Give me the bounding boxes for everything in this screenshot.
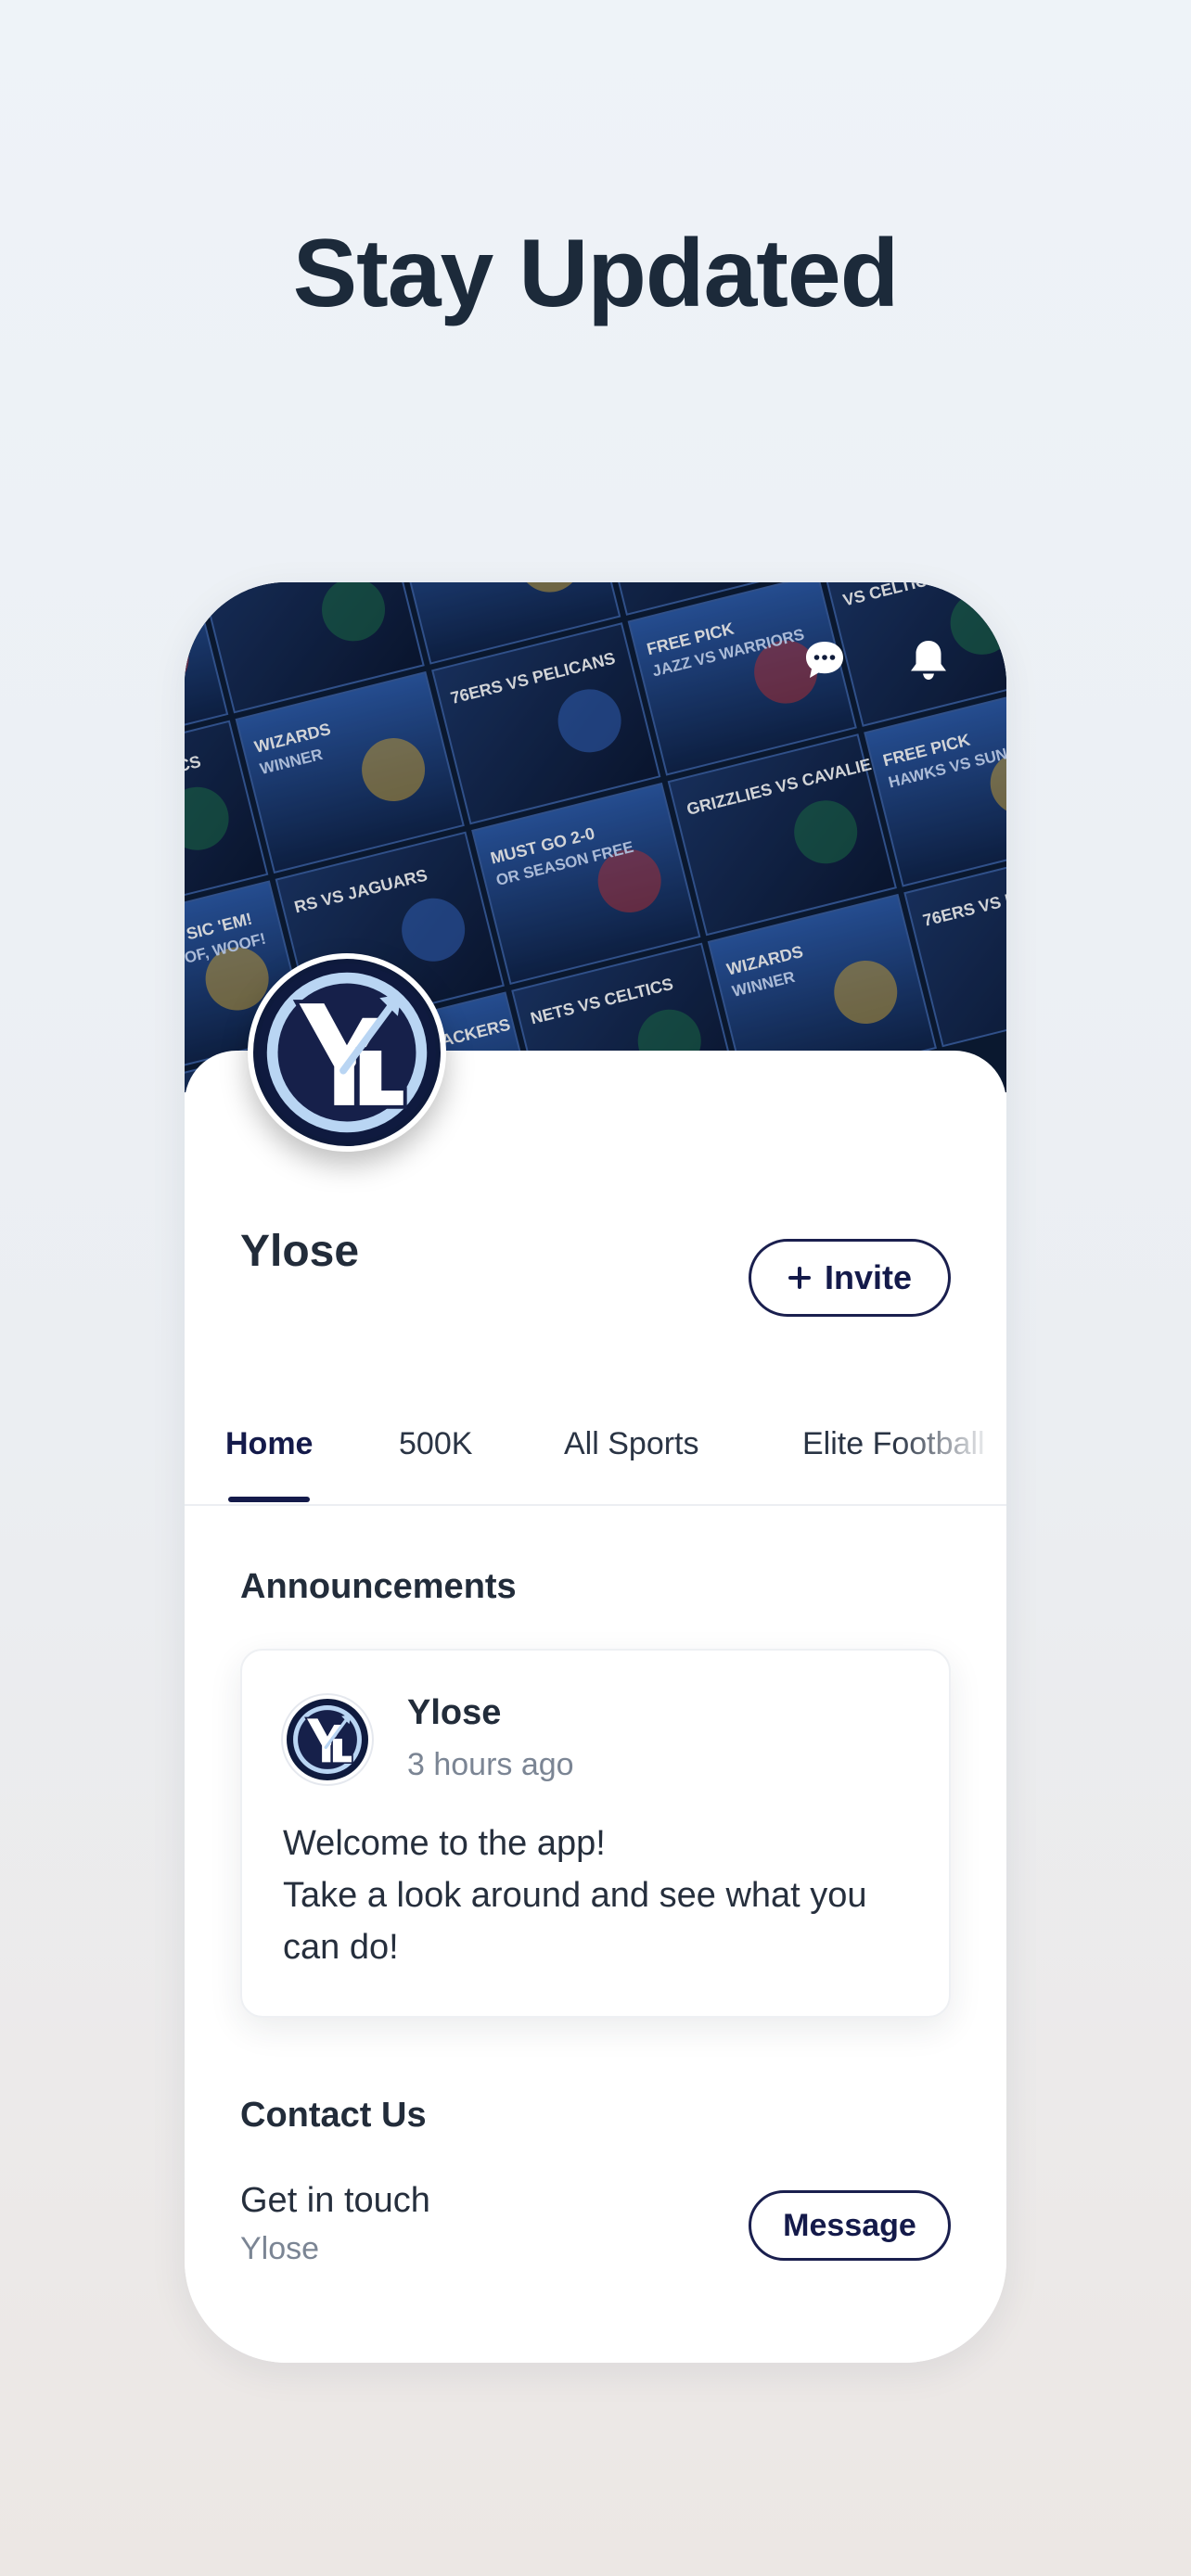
ylose-logo: [288, 1701, 366, 1779]
tab-fade: [895, 1395, 1006, 1497]
bell-icon[interactable]: [904, 636, 953, 684]
contact-line: Get in touch: [240, 2181, 430, 2220]
profile-avatar: [248, 953, 446, 1152]
tab-500k[interactable]: 500K: [399, 1426, 472, 1462]
profile-name: Ylose: [240, 1227, 360, 1276]
message-button[interactable]: Message: [749, 2190, 951, 2261]
contact-title: Contact Us: [240, 2096, 427, 2135]
invite-label: Invite: [824, 1258, 913, 1296]
post-timestamp: 3 hours ago: [407, 1747, 574, 1782]
app-screen: MUST GO 2-0OR SEASON FREEGRIZZLIES VS CA…: [185, 582, 1006, 2363]
contact-sub: Ylose: [240, 2231, 320, 2266]
post-line-2: Take a look around and see what you can …: [283, 1876, 867, 1967]
active-tab-indicator: [228, 1497, 310, 1502]
post-avatar: [283, 1695, 372, 1784]
post-line-1: Welcome to the app!: [283, 1824, 606, 1863]
announcements-title: Announcements: [240, 1567, 517, 1606]
tab-home[interactable]: Home: [225, 1426, 313, 1462]
plus-icon: [788, 1267, 811, 1289]
invite-button[interactable]: Invite: [749, 1239, 951, 1317]
ylose-logo: [257, 963, 437, 1142]
post-author: Ylose: [407, 1693, 502, 1732]
tab-all-sports[interactable]: All Sports: [564, 1426, 699, 1462]
headline: Stay Updated: [292, 220, 900, 327]
chat-bubble-icon[interactable]: [800, 636, 849, 684]
announcement-card[interactable]: Ylose 3 hours ago Welcome to the app! Ta…: [240, 1649, 951, 2018]
tab-bar: Home 500K All Sports Elite Football: [185, 1395, 1006, 1506]
post-body: Welcome to the app! Take a look around a…: [283, 1817, 923, 1973]
